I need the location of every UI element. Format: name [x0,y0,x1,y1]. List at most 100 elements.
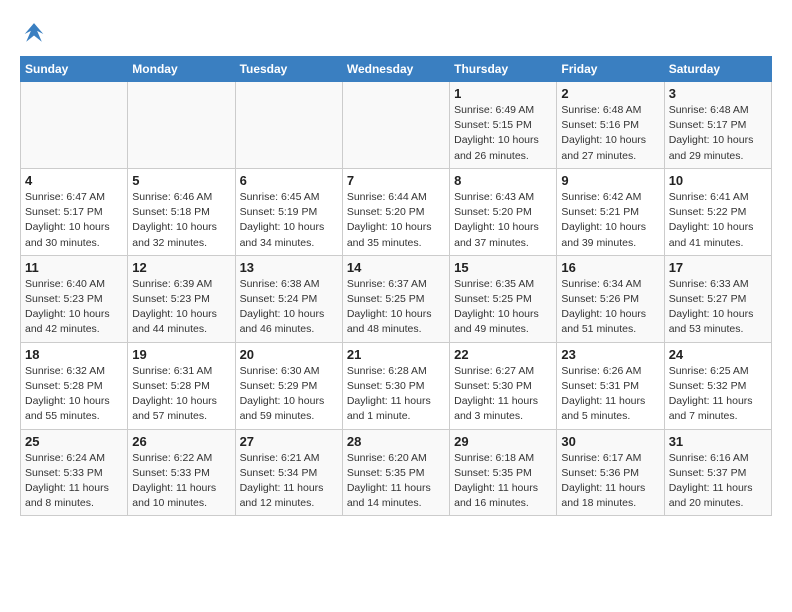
calendar-cell: 29 Sunrise: 6:18 AMSunset: 5:35 PMDayligh… [450,429,557,516]
day-info: Sunrise: 6:44 AMSunset: 5:20 PMDaylight:… [347,190,445,251]
day-info: Sunrise: 6:43 AMSunset: 5:20 PMDaylight:… [454,190,552,251]
calendar-cell [235,82,342,169]
day-header-sunday: Sunday [21,57,128,82]
calendar-cell: 5 Sunrise: 6:46 AMSunset: 5:18 PMDaylight… [128,168,235,255]
calendar-cell [21,82,128,169]
calendar-cell [342,82,449,169]
day-number: 4 [25,173,123,188]
day-number: 18 [25,347,123,362]
day-info: Sunrise: 6:37 AMSunset: 5:25 PMDaylight:… [347,277,445,338]
calendar-week-row: 11 Sunrise: 6:40 AMSunset: 5:23 PMDayligh… [21,255,772,342]
calendar-cell: 14 Sunrise: 6:37 AMSunset: 5:25 PMDayligh… [342,255,449,342]
day-number: 23 [561,347,659,362]
day-info: Sunrise: 6:40 AMSunset: 5:23 PMDaylight:… [25,277,123,338]
calendar-cell: 6Sunrise: 6:45 AMSunset: 5:19 PMDaylight… [235,168,342,255]
day-number: 24 [669,347,767,362]
calendar-cell: 12 Sunrise: 6:39 AMSunset: 5:23 PMDayligh… [128,255,235,342]
day-number: 22 [454,347,552,362]
day-info: Sunrise: 6:24 AMSunset: 5:33 PMDaylight:… [25,451,123,512]
calendar-cell: 4 Sunrise: 6:47 AMSunset: 5:17 PMDaylight… [21,168,128,255]
day-header-saturday: Saturday [664,57,771,82]
day-info: Sunrise: 6:16 AMSunset: 5:37 PMDaylight:… [669,451,767,512]
day-number: 2 [561,86,659,101]
day-number: 26 [132,434,230,449]
calendar-cell: 8 Sunrise: 6:43 AMSunset: 5:20 PMDaylight… [450,168,557,255]
calendar-cell: 16 Sunrise: 6:34 AMSunset: 5:26 PMDayligh… [557,255,664,342]
calendar-week-row: 18 Sunrise: 6:32 AMSunset: 5:28 PMDayligh… [21,342,772,429]
calendar-cell [128,82,235,169]
calendar-cell: 23 Sunrise: 6:26 AMSunset: 5:31 PMDayligh… [557,342,664,429]
day-info: Sunrise: 6:47 AMSunset: 5:17 PMDaylight:… [25,190,123,251]
day-info: Sunrise: 6:22 AMSunset: 5:33 PMDaylight:… [132,451,230,512]
day-info: Sunrise: 6:26 AMSunset: 5:31 PMDaylight:… [561,364,659,425]
calendar-cell: 3 Sunrise: 6:48 AMSunset: 5:17 PMDaylight… [664,82,771,169]
day-info: Sunrise: 6:38 AMSunset: 5:24 PMDaylight:… [240,277,338,338]
calendar-week-row: 4 Sunrise: 6:47 AMSunset: 5:17 PMDaylight… [21,168,772,255]
day-number: 30 [561,434,659,449]
day-number: 28 [347,434,445,449]
calendar-cell: 11 Sunrise: 6:40 AMSunset: 5:23 PMDayligh… [21,255,128,342]
day-info: Sunrise: 6:48 AMSunset: 5:17 PMDaylight:… [669,103,767,164]
day-info: Sunrise: 6:31 AMSunset: 5:28 PMDaylight:… [132,364,230,425]
day-info: Sunrise: 6:32 AMSunset: 5:28 PMDaylight:… [25,364,123,425]
day-info: Sunrise: 6:17 AMSunset: 5:36 PMDaylight:… [561,451,659,512]
day-number: 16 [561,260,659,275]
day-number: 1 [454,86,552,101]
day-header-monday: Monday [128,57,235,82]
calendar-cell: 2 Sunrise: 6:48 AMSunset: 5:16 PMDaylight… [557,82,664,169]
calendar-cell: 18 Sunrise: 6:32 AMSunset: 5:28 PMDayligh… [21,342,128,429]
day-number: 21 [347,347,445,362]
calendar-cell: 24Sunrise: 6:25 AMSunset: 5:32 PMDayligh… [664,342,771,429]
day-info: Sunrise: 6:48 AMSunset: 5:16 PMDaylight:… [561,103,659,164]
day-info: Sunrise: 6:28 AMSunset: 5:30 PMDaylight:… [347,364,445,425]
calendar-cell: 31 Sunrise: 6:16 AMSunset: 5:37 PMDayligh… [664,429,771,516]
day-info: Sunrise: 6:34 AMSunset: 5:26 PMDaylight:… [561,277,659,338]
calendar-cell: 26 Sunrise: 6:22 AMSunset: 5:33 PMDayligh… [128,429,235,516]
day-number: 12 [132,260,230,275]
day-info: Sunrise: 6:45 AMSunset: 5:19 PMDaylight:… [240,190,338,251]
calendar-cell: 22 Sunrise: 6:27 AMSunset: 5:30 PMDayligh… [450,342,557,429]
day-header-thursday: Thursday [450,57,557,82]
calendar-week-row: 1Sunrise: 6:49 AMSunset: 5:15 PMDaylight… [21,82,772,169]
page-header [20,20,772,48]
calendar-cell: 7Sunrise: 6:44 AMSunset: 5:20 PMDaylight… [342,168,449,255]
day-info: Sunrise: 6:27 AMSunset: 5:30 PMDaylight:… [454,364,552,425]
calendar-cell: 25 Sunrise: 6:24 AMSunset: 5:33 PMDayligh… [21,429,128,516]
day-number: 11 [25,260,123,275]
day-header-friday: Friday [557,57,664,82]
calendar-cell: 17 Sunrise: 6:33 AMSunset: 5:27 PMDayligh… [664,255,771,342]
day-info: Sunrise: 6:46 AMSunset: 5:18 PMDaylight:… [132,190,230,251]
day-number: 27 [240,434,338,449]
day-info: Sunrise: 6:41 AMSunset: 5:22 PMDaylight:… [669,190,767,251]
day-number: 19 [132,347,230,362]
day-info: Sunrise: 6:35 AMSunset: 5:25 PMDaylight:… [454,277,552,338]
logo-icon [20,20,48,48]
day-number: 20 [240,347,338,362]
calendar-cell: 1Sunrise: 6:49 AMSunset: 5:15 PMDaylight… [450,82,557,169]
day-info: Sunrise: 6:21 AMSunset: 5:34 PMDaylight:… [240,451,338,512]
calendar-week-row: 25 Sunrise: 6:24 AMSunset: 5:33 PMDayligh… [21,429,772,516]
day-info: Sunrise: 6:20 AMSunset: 5:35 PMDaylight:… [347,451,445,512]
day-info: Sunrise: 6:18 AMSunset: 5:35 PMDaylight:… [454,451,552,512]
day-info: Sunrise: 6:39 AMSunset: 5:23 PMDaylight:… [132,277,230,338]
calendar-cell: 9Sunrise: 6:42 AMSunset: 5:21 PMDaylight… [557,168,664,255]
day-number: 31 [669,434,767,449]
day-number: 9 [561,173,659,188]
day-number: 25 [25,434,123,449]
day-header-tuesday: Tuesday [235,57,342,82]
day-header-wednesday: Wednesday [342,57,449,82]
day-info: Sunrise: 6:33 AMSunset: 5:27 PMDaylight:… [669,277,767,338]
day-number: 14 [347,260,445,275]
calendar-cell: 19 Sunrise: 6:31 AMSunset: 5:28 PMDayligh… [128,342,235,429]
calendar-table: SundayMondayTuesdayWednesdayThursdayFrid… [20,56,772,516]
day-number: 3 [669,86,767,101]
day-number: 10 [669,173,767,188]
calendar-cell: 15Sunrise: 6:35 AMSunset: 5:25 PMDayligh… [450,255,557,342]
day-info: Sunrise: 6:30 AMSunset: 5:29 PMDaylight:… [240,364,338,425]
day-number: 13 [240,260,338,275]
calendar-cell: 28 Sunrise: 6:20 AMSunset: 5:35 PMDayligh… [342,429,449,516]
day-number: 8 [454,173,552,188]
day-number: 29 [454,434,552,449]
day-number: 5 [132,173,230,188]
day-number: 17 [669,260,767,275]
